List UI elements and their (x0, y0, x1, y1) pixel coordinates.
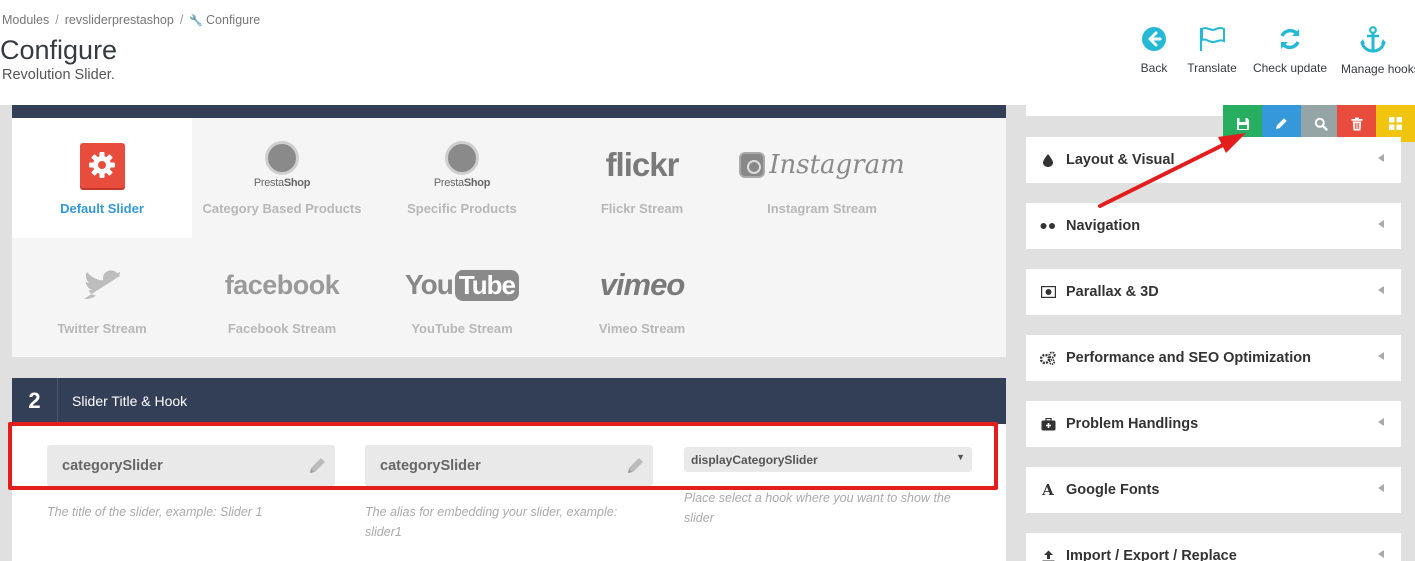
translate-label: Translate (1187, 61, 1237, 75)
font-icon: A (1042, 480, 1054, 499)
trash-icon (1351, 117, 1362, 130)
slider-type-label: Facebook Stream (227, 321, 337, 336)
cogs-icon (1038, 349, 1058, 367)
slider-type-label: Specific Products (407, 201, 517, 216)
medkit-icon (1038, 415, 1058, 433)
slider-type-category-products[interactable]: PrestaShop Category Based Products (192, 118, 372, 238)
caret-left-icon (1378, 154, 1384, 162)
caret-left-icon (1378, 286, 1384, 294)
back-arrow-icon (1142, 27, 1166, 51)
prestashop-logo: PrestaShop (434, 141, 490, 189)
slider-type-flickr[interactable]: flickr Flickr Stream (552, 118, 732, 238)
upload-icon (1038, 547, 1058, 561)
slider-type-facebook[interactable]: facebook Facebook Stream (192, 238, 372, 358)
annotation-highlight-box (8, 422, 998, 490)
breadcrumb-module[interactable]: revsliderprestashop (65, 13, 174, 27)
breadcrumb-modules[interactable]: Modules (2, 13, 49, 27)
youtube-logo: You Tube (405, 269, 519, 301)
panel-import-export[interactable]: Import / Export / Replace (1026, 533, 1401, 561)
slider-type-label: YouTube Stream (411, 321, 513, 336)
section1-header-strip (12, 105, 1006, 118)
slider-type-vimeo[interactable]: vimeo Vimeo Stream (552, 238, 732, 358)
slider-type-label: Vimeo Stream (598, 321, 686, 336)
twitter-bird-icon (84, 270, 120, 299)
back-button[interactable]: Back (1130, 26, 1178, 75)
slider-type-panel: Default Slider PrestaShop Category Based… (12, 118, 1006, 357)
panel-google-fonts[interactable]: A Google Fonts (1026, 467, 1401, 513)
panel-parallax-3d[interactable]: Parallax & 3D (1026, 269, 1401, 315)
page-subtitle: Revolution Slider. (2, 67, 115, 83)
page-header: Modules / revsliderprestashop / 🔧 Configure C… (0, 0, 1415, 105)
slider-type-label: Instagram Stream (767, 201, 877, 216)
vimeo-logo: vimeo (599, 267, 686, 302)
page-title: Configure (0, 35, 118, 65)
prestashop-logo: PrestaShop (254, 141, 310, 189)
section2-header: 2 Slider Title & Hook (12, 378, 1006, 424)
slider-type-youtube[interactable]: You Tube YouTube Stream (372, 238, 552, 358)
slider-type-label: Flickr Stream (600, 201, 684, 216)
caret-left-icon (1378, 484, 1384, 492)
anchor-icon (1360, 26, 1386, 53)
grid-icon (1389, 117, 1402, 130)
manage-hooks-button[interactable]: Manage hooks (1341, 26, 1415, 76)
manage-hooks-label: Manage hooks (1341, 62, 1415, 76)
slider-type-instagram[interactable]: Instagram Instagram Stream (732, 118, 912, 238)
slider-type-twitter[interactable]: Twitter Stream (12, 238, 192, 358)
instagram-logo: Instagram (739, 150, 905, 180)
refresh-icon (1280, 28, 1300, 50)
section-number: 2 (12, 378, 58, 424)
slider-type-default[interactable]: Default Slider (12, 118, 192, 238)
wrench-icon: 🔧 (189, 15, 204, 27)
save-icon (1236, 117, 1249, 130)
slider-type-label: Twitter Stream (57, 321, 147, 336)
dots-icon (1038, 217, 1058, 235)
slider-type-label: Category Based Products (202, 201, 362, 216)
panel-problem-handlings[interactable]: Problem Handlings (1026, 401, 1401, 447)
panel-performance-seo[interactable]: Performance and SEO Optimization (1026, 335, 1401, 381)
slider-type-label: Default Slider (60, 201, 144, 216)
toolbar: Back Translate Check update Manage hooks (1130, 26, 1415, 86)
caret-left-icon (1378, 550, 1384, 558)
caret-left-icon (1378, 352, 1384, 360)
check-update-label: Check update (1252, 61, 1328, 75)
panel-navigation[interactable]: Navigation (1026, 203, 1401, 249)
slider-type-specific-products[interactable]: PrestaShop Specific Products (372, 118, 552, 238)
check-update-button[interactable]: Check update (1250, 26, 1330, 75)
slider-title-hint: The title of the slider, example: Slider… (47, 505, 263, 519)
photo-icon (1038, 283, 1058, 301)
translate-button[interactable]: Translate (1182, 26, 1242, 75)
gear-icon (79, 142, 125, 188)
pencil-icon (1276, 118, 1287, 129)
droplet-icon (1038, 151, 1058, 169)
section-title: Slider Title & Hook (72, 393, 188, 409)
flickr-logo: flickr (605, 146, 680, 183)
breadcrumb: Modules / revsliderprestashop / 🔧 Configure (2, 13, 261, 27)
search-icon (1314, 117, 1328, 131)
facebook-logo: facebook (224, 269, 340, 300)
breadcrumb-current: Configure (206, 13, 261, 27)
caret-left-icon (1378, 418, 1384, 426)
panel-layout-visual[interactable]: Layout & Visual (1026, 137, 1401, 183)
caret-left-icon (1378, 220, 1384, 228)
flag-icon (1199, 27, 1225, 51)
hook-select-hint: Place select a hook where you want to sh… (684, 491, 951, 525)
back-label: Back (1140, 61, 1168, 75)
slider-alias-hint: The alias for embedding your slider, exa… (365, 505, 618, 539)
